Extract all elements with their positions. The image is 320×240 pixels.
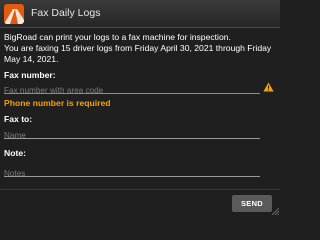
resize-grip-icon[interactable] xyxy=(271,207,279,215)
dialog-title: Fax Daily Logs xyxy=(31,7,101,19)
fax-number-field-container xyxy=(4,80,260,97)
warning-triangle-icon xyxy=(263,82,274,92)
note-input[interactable] xyxy=(4,167,260,180)
fax-to-input[interactable] xyxy=(4,129,260,142)
fax-to-label: Fax to: xyxy=(4,114,33,124)
intro-text: BigRoad can print your logs to a fax mac… xyxy=(4,32,231,42)
fax-number-label: Fax number: xyxy=(4,70,56,80)
bigroad-logo-icon xyxy=(4,4,24,24)
fax-number-input[interactable] xyxy=(4,84,260,97)
send-button[interactable]: SEND xyxy=(232,195,272,212)
note-field-container xyxy=(4,163,260,180)
fax-to-field-container xyxy=(4,125,260,142)
note-label: Note: xyxy=(4,148,26,158)
footer-divider xyxy=(0,189,280,190)
fax-number-error: Phone number is required xyxy=(4,98,111,108)
faxing-summary-text: You are faxing 15 driver logs from Frida… xyxy=(4,43,272,64)
dialog-title-bar: Fax Daily Logs xyxy=(0,0,280,28)
